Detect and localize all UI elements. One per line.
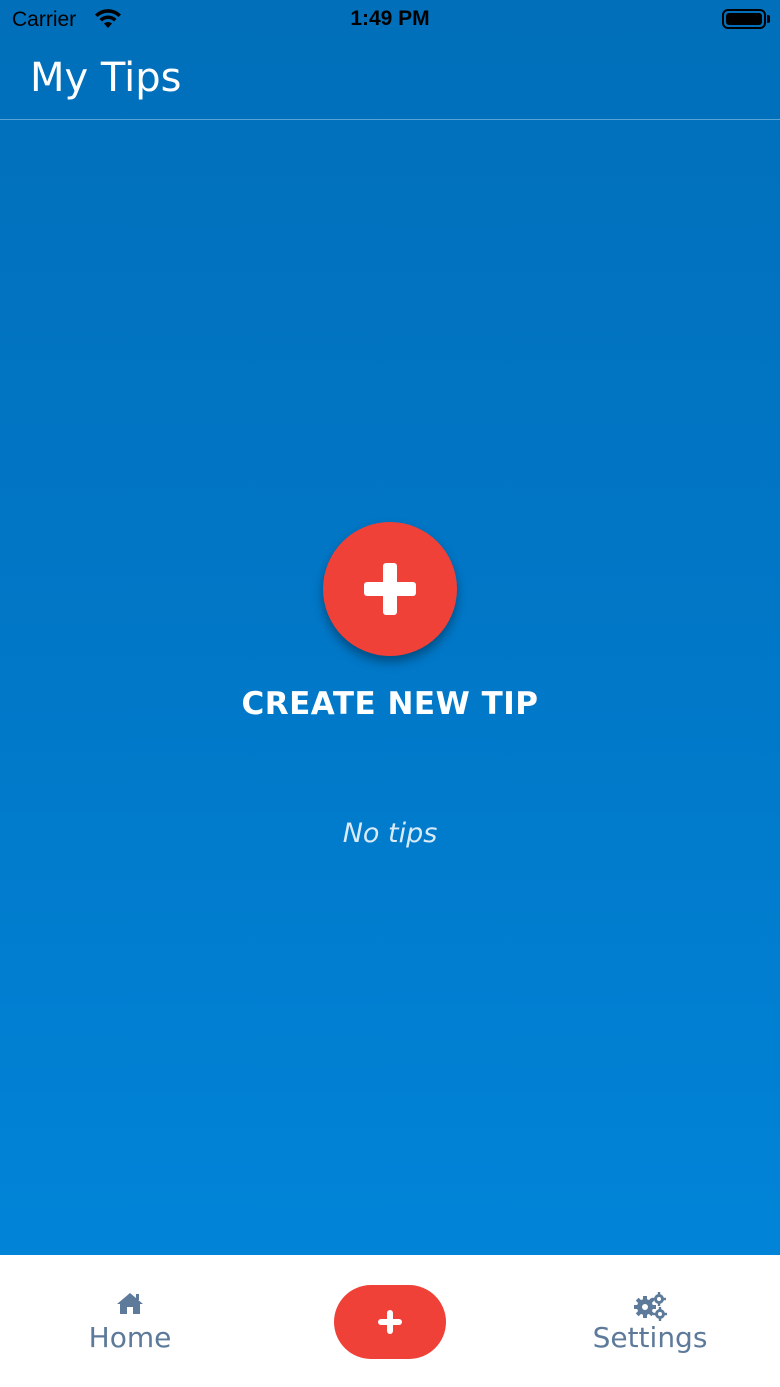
empty-state-text: No tips xyxy=(342,818,438,849)
battery-icon xyxy=(722,9,766,29)
header-divider xyxy=(0,119,780,120)
tab-bar: Home Settings xyxy=(0,1255,780,1387)
tab-settings[interactable]: Settings xyxy=(560,1255,740,1387)
tab-create-button[interactable] xyxy=(334,1285,446,1359)
gears-icon xyxy=(634,1292,667,1321)
home-icon xyxy=(117,1293,143,1314)
app-screen: Carrier 1:49 PM My Tips CREATE NEW TIP N… xyxy=(0,0,780,1255)
battery-level xyxy=(726,13,762,25)
battery-tip xyxy=(767,15,770,23)
create-tip-button[interactable] xyxy=(323,522,457,656)
create-tip-label[interactable]: CREATE NEW TIP xyxy=(0,686,780,722)
tab-home-label: Home xyxy=(88,1321,172,1354)
plus-icon xyxy=(378,1310,402,1334)
tab-home[interactable]: Home xyxy=(40,1255,220,1387)
page-title: My Tips xyxy=(30,55,182,101)
tab-settings-label: Settings xyxy=(592,1321,708,1354)
status-time: 1:49 PM xyxy=(350,7,430,30)
plus-icon xyxy=(364,563,416,615)
status-bar: Carrier 1:49 PM xyxy=(0,0,780,40)
